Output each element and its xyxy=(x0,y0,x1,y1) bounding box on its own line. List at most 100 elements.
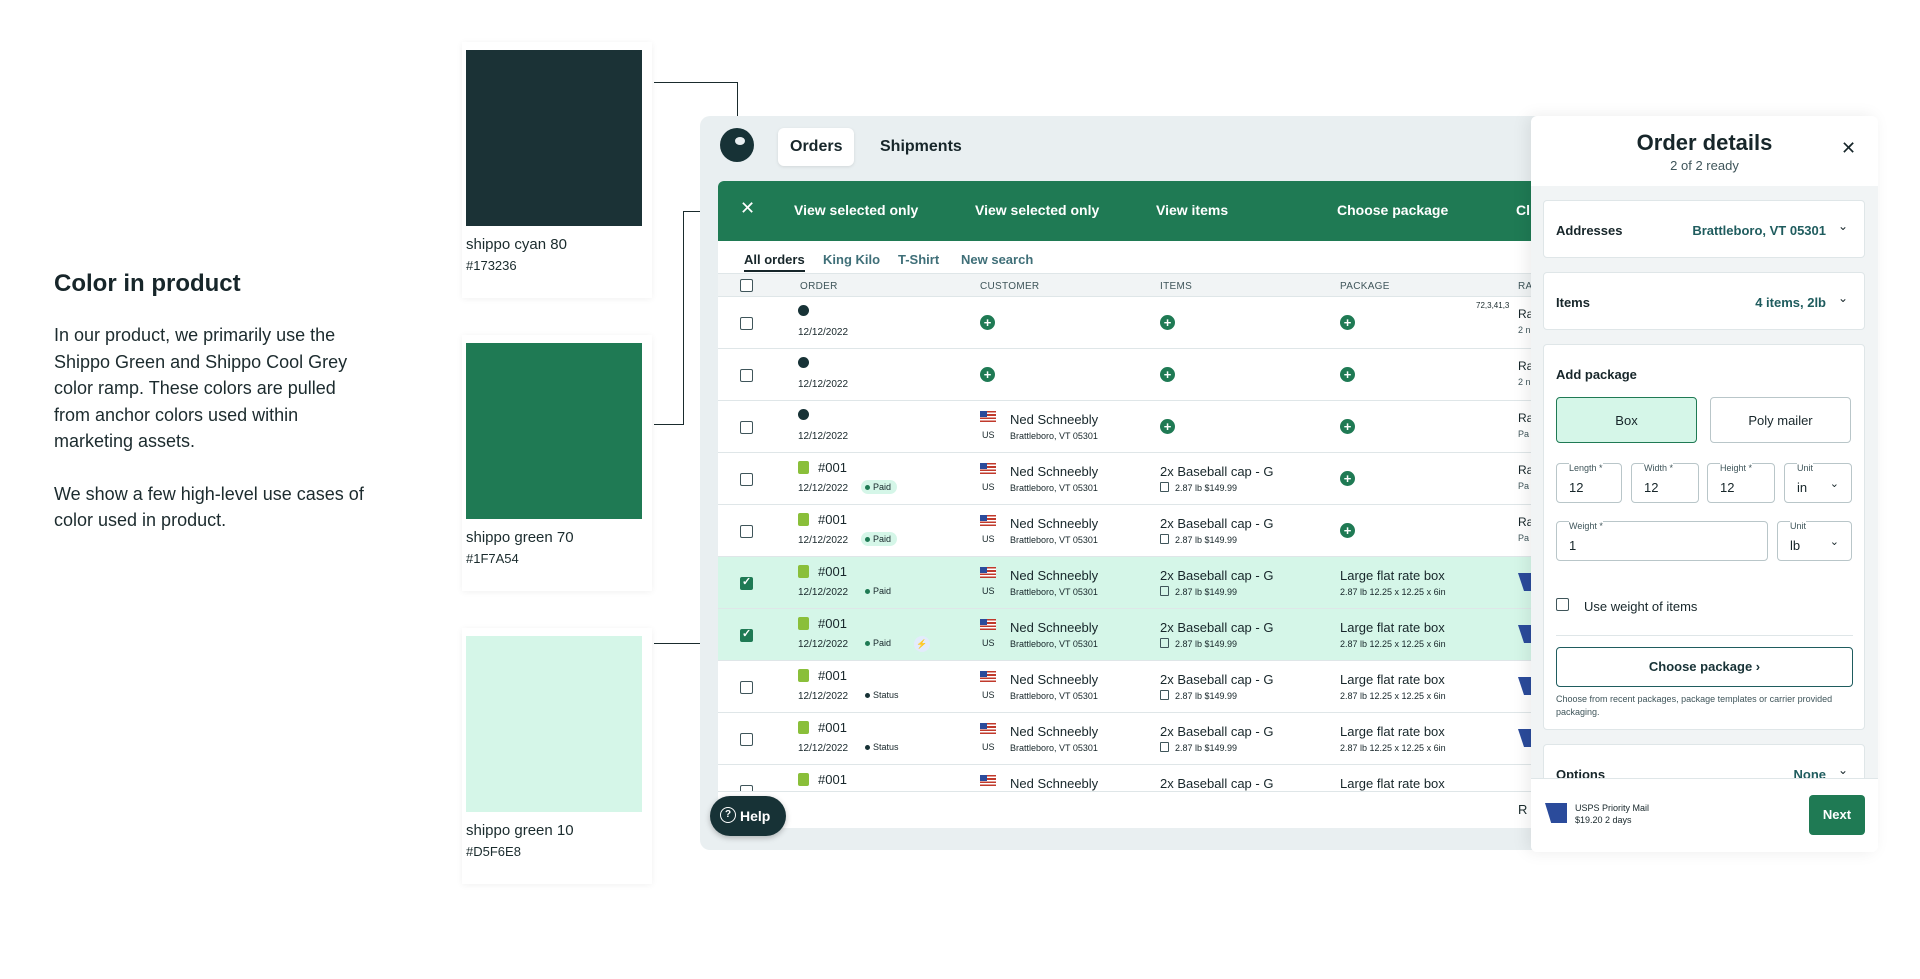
pagination-text: R xyxy=(1518,802,1528,817)
weight-field[interactable]: Weight * 1 xyxy=(1556,521,1768,561)
view-items-button[interactable]: View items xyxy=(1156,202,1228,218)
length-field[interactable]: Length * 12 xyxy=(1556,463,1622,503)
order-number[interactable]: #001 xyxy=(818,772,847,787)
status-badge: Paid xyxy=(861,480,898,494)
order-number[interactable]: #001 xyxy=(818,720,847,735)
height-value: 12 xyxy=(1720,480,1735,495)
addresses-label: Addresses xyxy=(1556,223,1623,238)
weight-unit-label: Unit xyxy=(1790,521,1807,531)
box-option[interactable]: Box xyxy=(1556,397,1697,443)
options-accordion[interactable]: Options None ⌄ xyxy=(1543,744,1865,778)
package-meta: 2.87 lb 12.25 x 12.25 x 6in xyxy=(1340,743,1446,753)
filter-new-search[interactable]: New search xyxy=(961,252,1033,267)
row-checkbox[interactable] xyxy=(740,525,753,538)
add-customer-icon[interactable]: + xyxy=(980,367,995,382)
table-row[interactable]: 12/12/2022 + + + 72,3,41,3 Ra 2 n xyxy=(718,297,1560,349)
filter-king-kilo[interactable]: King Kilo xyxy=(823,252,880,267)
column-customer[interactable]: CUSTOMER xyxy=(980,281,1039,292)
usps-logo-icon xyxy=(1545,803,1567,823)
options-value: None xyxy=(1793,767,1827,778)
close-selection-icon[interactable]: ✕ xyxy=(740,198,755,219)
orders-table: ✕ View selected only View selected only … xyxy=(718,181,1560,828)
choose-package-button[interactable]: Choose package › xyxy=(1556,647,1853,687)
column-package[interactable]: PACKAGE xyxy=(1340,281,1390,292)
select-all-checkbox[interactable] xyxy=(740,279,753,292)
table-row[interactable]: #001 12/12/2022 Status US Ned Schneebly … xyxy=(718,713,1560,765)
add-items-icon[interactable]: + xyxy=(1160,419,1175,434)
order-number[interactable]: #001 xyxy=(818,512,847,527)
table-row-selected[interactable]: #001 12/12/2022 Paid US Ned Schneebly Br… xyxy=(718,557,1560,609)
width-field[interactable]: Width * 12 xyxy=(1631,463,1699,503)
table-row[interactable]: #001 12/12/2022 Paid US Ned Schneebly Br… xyxy=(718,505,1560,557)
add-items-icon[interactable]: + xyxy=(1160,367,1175,382)
column-items[interactable]: ITEMS xyxy=(1160,281,1192,292)
add-package-icon[interactable]: + xyxy=(1340,367,1355,382)
add-package-icon[interactable]: + xyxy=(1340,471,1355,486)
shopify-icon xyxy=(798,461,809,474)
poly-mailer-option[interactable]: Poly mailer xyxy=(1710,397,1851,443)
use-weight-checkbox[interactable] xyxy=(1556,598,1569,611)
table-row-selected[interactable]: #001 12/12/2022 Paid ⚡ US Ned Schneebly … xyxy=(718,609,1560,661)
add-package-icon[interactable]: + xyxy=(1340,523,1355,538)
weight-unit-select[interactable]: Unit lb ⌄ xyxy=(1777,521,1852,561)
add-customer-icon[interactable]: + xyxy=(980,315,995,330)
rate-sub: Pa xyxy=(1518,481,1530,491)
customer-address: Brattleboro, VT 05301 xyxy=(1010,431,1098,441)
filter-all-orders[interactable]: All orders xyxy=(744,252,805,272)
shippo-logo-icon[interactable] xyxy=(720,128,754,162)
unit-select[interactable]: Unit in ⌄ xyxy=(1784,463,1852,503)
view-selected-button-2[interactable]: View selected only xyxy=(975,202,1099,218)
connector-line-green-70a xyxy=(654,211,684,425)
order-details-drawer: Order details 2 of 2 ready ✕ Addresses B… xyxy=(1531,116,1878,852)
row-checkbox[interactable] xyxy=(740,473,753,486)
order-number[interactable]: #001 xyxy=(818,564,847,579)
us-flag-icon xyxy=(980,463,996,474)
customer-name: Ned Schneebly xyxy=(1010,516,1099,531)
item-name: 2x Baseball cap - G xyxy=(1160,568,1274,583)
row-checkbox-checked[interactable] xyxy=(740,627,753,642)
order-number[interactable]: #001 xyxy=(818,668,847,683)
table-row[interactable]: 12/12/2022 + + + Ra 2 n xyxy=(718,349,1560,401)
us-flag-icon xyxy=(980,411,996,422)
tab-orders[interactable]: Orders xyxy=(778,128,855,166)
rate-sub: 2 n xyxy=(1518,377,1531,387)
add-package-icon[interactable]: + xyxy=(1340,315,1355,330)
us-flag-icon xyxy=(980,567,996,578)
table-row[interactable]: #001 12/12/2022 Paid US Ned Schneebly Br… xyxy=(718,453,1560,505)
add-items-icon[interactable]: + xyxy=(1160,315,1175,330)
order-number[interactable]: #001 xyxy=(818,616,847,631)
row-checkbox-checked[interactable] xyxy=(740,575,753,590)
intro-paragraph-1: In our product, we primarily use the Shi… xyxy=(54,325,348,451)
row-extra-text: 72,3,41,3 xyxy=(1476,301,1510,310)
filter-t-shirt[interactable]: T-Shirt xyxy=(898,252,939,267)
choose-package-button[interactable]: Choose package xyxy=(1337,202,1448,218)
more-action-button[interactable]: Cl xyxy=(1516,202,1530,218)
next-button[interactable]: Next xyxy=(1809,795,1865,835)
chevron-down-icon: ⌄ xyxy=(1829,478,1839,490)
add-package-icon[interactable]: + xyxy=(1340,419,1355,434)
status-badge: Paid xyxy=(861,636,897,650)
table-row[interactable]: 12/12/2022 US Ned Schneebly Brattleboro,… xyxy=(718,401,1560,453)
add-package-label: Add package xyxy=(1556,367,1637,382)
height-field[interactable]: Height * 12 xyxy=(1707,463,1775,503)
store-icon xyxy=(798,357,809,368)
weight-label: Weight * xyxy=(1569,521,1603,531)
column-order[interactable]: ORDER xyxy=(800,281,838,292)
row-checkbox[interactable] xyxy=(740,369,753,382)
tab-shipments[interactable]: Shipments xyxy=(868,128,974,166)
help-button[interactable]: Help xyxy=(710,796,786,836)
addresses-accordion[interactable]: Addresses Brattleboro, VT 05301 ⌄ xyxy=(1543,200,1865,258)
view-selected-button[interactable]: View selected only xyxy=(794,202,918,218)
item-meta: 2.87 lb $149.99 xyxy=(1175,587,1238,597)
row-checkbox[interactable] xyxy=(740,421,753,434)
country-code: US xyxy=(982,690,995,700)
close-icon[interactable]: ✕ xyxy=(1841,138,1856,159)
row-checkbox[interactable] xyxy=(740,733,753,746)
row-checkbox[interactable] xyxy=(740,681,753,694)
table-row[interactable]: #001 12/12/2022 Status US Ned Schneebly … xyxy=(718,661,1560,713)
table-footer: R xyxy=(718,791,1560,828)
row-checkbox[interactable] xyxy=(740,317,753,330)
items-accordion[interactable]: Items 4 items, 2lb ⌄ xyxy=(1543,272,1865,330)
order-number[interactable]: #001 xyxy=(818,460,847,475)
customer-address: Brattleboro, VT 05301 xyxy=(1010,587,1098,597)
